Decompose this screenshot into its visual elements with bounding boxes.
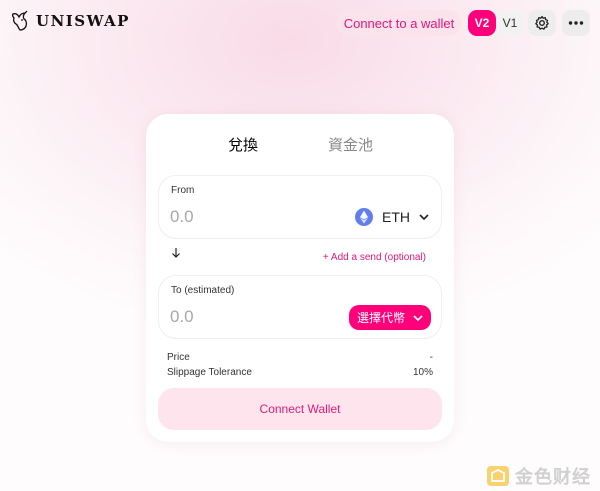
from-token-selector[interactable]: ETH xyxy=(355,207,429,227)
add-send-link[interactable]: + Add a send (optional) xyxy=(323,252,426,263)
watermark-text: 金色财经 xyxy=(515,467,591,488)
header: UNISWAP Connect to a wallet V2 V1 xyxy=(0,0,600,46)
brand-logo[interactable]: UNISWAP xyxy=(10,10,130,32)
price-row: Price - xyxy=(167,352,433,363)
chevron-down-icon xyxy=(413,314,423,321)
brand-name: UNISWAP xyxy=(36,12,130,30)
watermark-logo-icon xyxy=(487,466,509,486)
from-token-symbol: ETH xyxy=(382,209,410,225)
swap-card: 兌換 資金池 From ETH + Add a send (optional) … xyxy=(146,114,454,442)
select-token-button[interactable]: 選擇代幣 xyxy=(349,305,431,330)
watermark: 金色财经 xyxy=(486,463,591,489)
version-v2-button[interactable]: V2 xyxy=(468,10,496,36)
price-value: - xyxy=(429,352,433,363)
slippage-label: Slippage Tolerance xyxy=(167,367,252,378)
gear-icon xyxy=(535,15,549,30)
more-dots-icon xyxy=(568,21,584,25)
connect-wallet-button[interactable]: Connect Wallet xyxy=(158,388,442,430)
tab-swap[interactable]: 兌換 xyxy=(228,134,258,155)
to-label: To (estimated) xyxy=(171,285,235,296)
connect-to-wallet-button[interactable]: Connect to a wallet xyxy=(337,10,461,36)
ethereum-icon xyxy=(355,208,373,226)
from-label: From xyxy=(171,185,195,196)
slippage-row: Slippage Tolerance 10% xyxy=(167,367,433,378)
arrow-down-icon[interactable] xyxy=(171,247,181,259)
from-panel: From ETH xyxy=(158,175,442,239)
tab-pool[interactable]: 資金池 xyxy=(328,134,373,155)
from-amount-input[interactable] xyxy=(170,206,290,228)
to-panel: To (estimated) 選擇代幣 xyxy=(158,275,442,339)
version-toggle: V2 V1 xyxy=(466,10,524,36)
select-token-label: 選擇代幣 xyxy=(356,311,405,325)
slippage-value: 10% xyxy=(412,367,433,378)
price-label: Price xyxy=(167,352,190,363)
settings-button[interactable] xyxy=(528,10,556,36)
chevron-down-icon xyxy=(419,214,429,221)
to-amount-input[interactable] xyxy=(170,306,290,328)
version-v1-button[interactable]: V1 xyxy=(496,10,524,36)
more-options-button[interactable] xyxy=(562,10,590,36)
unicorn-icon xyxy=(11,10,28,31)
